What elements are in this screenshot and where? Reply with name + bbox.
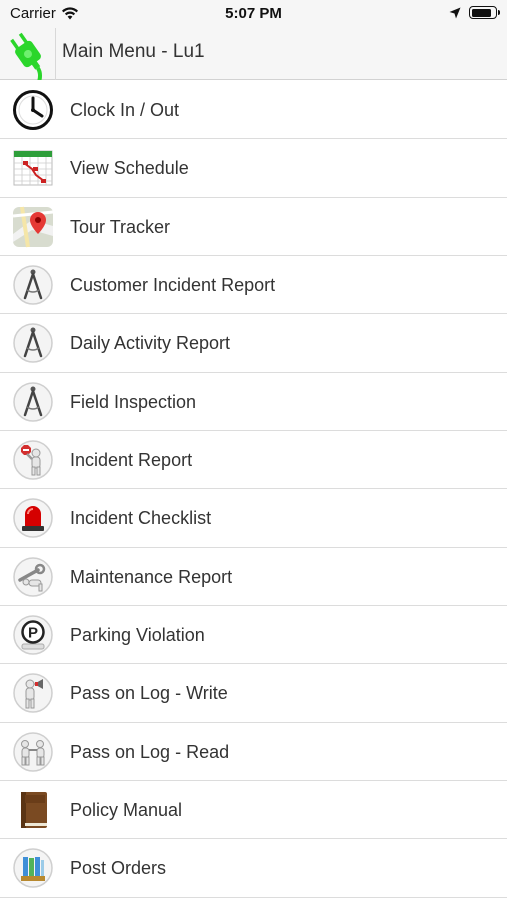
main-menu-list: Clock In / Out View Schedule Tour Tracker C…	[0, 81, 507, 898]
menu-item-incident-checklist[interactable]: Incident Checklist	[0, 489, 507, 548]
location-arrow-icon	[449, 7, 461, 18]
clock-icon	[12, 89, 54, 131]
menu-item-pass-on-log-read[interactable]: Pass on Log - Read	[0, 722, 507, 782]
wrench-person-icon	[12, 556, 54, 598]
menu-item-label: Pass on Log - Read	[70, 741, 230, 762]
status-bar: Carrier 5:07 PM	[0, 0, 507, 28]
parking-icon: P	[12, 614, 54, 656]
menu-item-label: Tour Tracker	[70, 216, 171, 237]
status-right	[449, 6, 500, 19]
menu-item-field-inspection[interactable]: Field Inspection	[0, 372, 507, 432]
menu-item-label: Post Orders	[70, 858, 167, 879]
compass-icon	[12, 322, 54, 364]
binders-icon	[12, 847, 54, 889]
menu-item-label: Field Inspection	[70, 391, 197, 412]
plug-icon[interactable]	[0, 28, 56, 84]
compass-icon	[12, 264, 54, 306]
stop-sign-person-icon	[12, 439, 54, 481]
book-icon	[12, 789, 54, 831]
menu-item-label: Incident Checklist	[70, 508, 212, 529]
page-title: Main Menu - Lu1	[62, 41, 205, 62]
menu-item-label: Incident Report	[70, 450, 193, 471]
compass-icon	[12, 381, 54, 423]
siren-icon	[12, 497, 54, 539]
battery-fill	[471, 8, 492, 17]
menu-item-label: Policy Manual	[70, 800, 183, 821]
menu-item-tour-tracker[interactable]: Tour Tracker	[0, 197, 507, 257]
menu-item-maintenance-report[interactable]: Maintenance Report	[0, 547, 507, 607]
menu-item-label: View Schedule	[70, 158, 189, 179]
menu-item-customer-incident-report[interactable]: Customer Incident Report	[0, 256, 507, 315]
menu-item-label: Daily Activity Report	[70, 333, 231, 354]
menu-item-view-schedule[interactable]: View Schedule	[0, 139, 507, 198]
menu-item-label: Clock In / Out	[70, 100, 180, 120]
menu-item-pass-on-log-write[interactable]: Pass on Log - Write	[0, 664, 507, 723]
battery-icon	[469, 6, 500, 19]
menu-item-daily-activity-report[interactable]: Daily Activity Report	[0, 314, 507, 373]
menu-item-label: Pass on Log - Write	[70, 683, 228, 704]
menu-item-incident-report[interactable]: Incident Report	[0, 431, 507, 490]
menu-item-label: Maintenance Report	[70, 566, 233, 587]
calendar-icon	[12, 147, 54, 189]
menu-item-parking-violation[interactable]: P Parking Violation	[0, 606, 507, 665]
svg-text:P: P	[28, 625, 38, 642]
megaphone-person-icon	[12, 672, 54, 714]
menu-item-label: Parking Violation	[70, 625, 205, 646]
nav-bar: Main Menu - Lu1	[0, 28, 507, 84]
menu-item-post-orders[interactable]: Post Orders	[0, 839, 507, 898]
status-time: 5:07 PM	[225, 5, 282, 22]
menu-item-clock-in-out[interactable]: Clock In / Out	[0, 81, 507, 140]
menu-item-label: Customer Incident Report	[70, 275, 276, 296]
map-pin-icon	[12, 206, 54, 248]
two-persons-icon	[12, 731, 54, 773]
menu-item-policy-manual[interactable]: Policy Manual	[0, 781, 507, 840]
